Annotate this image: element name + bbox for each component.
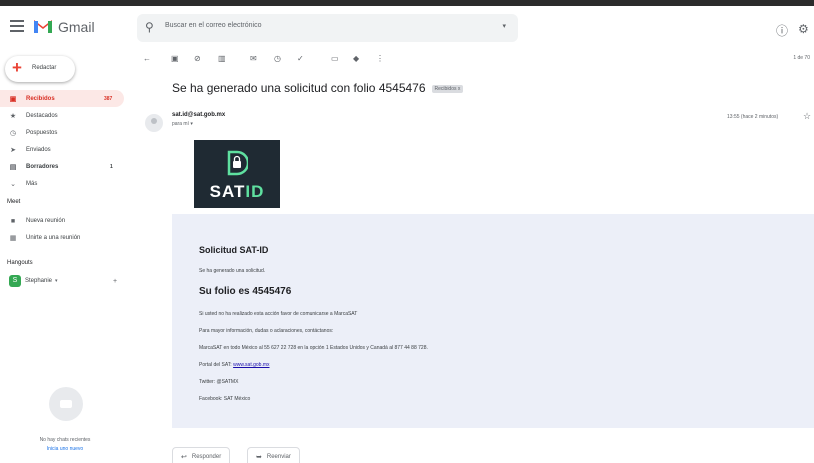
trash-icon[interactable]: ▥ <box>218 54 226 63</box>
subject-text: Se ha generado una solicitud con folio 4… <box>172 81 426 95</box>
new-meeting-item[interactable]: ■ Nueva reunión <box>0 213 130 229</box>
sidebar-item-starred[interactable]: ★ Destacados <box>0 107 130 124</box>
back-arrow-icon[interactable]: ← <box>143 54 151 63</box>
hangouts-user[interactable]: S Stephanie ▾ + <box>9 274 129 288</box>
menu-icon[interactable] <box>10 20 24 32</box>
logo-sat-text: SAT <box>209 182 246 201</box>
search-options-icon[interactable]: ▾ <box>502 22 506 30</box>
compose-button[interactable]: + Redactar <box>5 56 75 82</box>
mark-unread-icon[interactable]: ✉ <box>250 54 257 63</box>
move-to-icon[interactable]: ▭ <box>331 54 339 63</box>
body-line: Se ha generado una solicitud. <box>199 268 266 274</box>
sat-id-logo: SATID <box>194 140 280 208</box>
page-info: 1 de 70 <box>793 55 810 61</box>
search-input[interactable]: Buscar en el correo electrónico <box>165 22 262 29</box>
inbox-icon: ▣ <box>9 95 17 103</box>
meet-section-title: Meet <box>7 199 21 205</box>
portal-link[interactable]: www.sat.gob.mx <box>233 362 269 368</box>
chevron-down-icon: ▾ <box>55 278 58 284</box>
portal-line: Portal del SAT: www.sat.gob.mx <box>199 362 270 368</box>
top-border <box>0 0 814 6</box>
compose-label: Redactar <box>32 65 57 71</box>
recipient-details[interactable]: para mí ▾ <box>172 121 193 127</box>
body-line: MarcaSAT en todo México al 55 627 22 728… <box>199 345 428 351</box>
search-bar[interactable]: ⚲ Buscar en el correo electrónico ▾ <box>137 14 518 42</box>
email-subject: Se ha generado una solicitud con folio 4… <box>172 81 464 95</box>
draft-icon: ▤ <box>9 163 17 171</box>
sidebar-item-label: Enviados <box>26 146 51 153</box>
send-icon: ➤ <box>10 146 16 154</box>
sidebar-item-drafts[interactable]: ▤ Borradores 1 <box>0 158 130 175</box>
message-time: 13:55 (hace 2 minutos) <box>727 114 779 120</box>
forward-button[interactable]: ➥ Reenviar <box>247 447 300 463</box>
more-options-icon[interactable]: ⋮ <box>376 54 384 63</box>
reply-button[interactable]: ↩ Responder <box>172 447 231 463</box>
video-icon: ■ <box>10 217 16 225</box>
no-chats-text: No hay chats recientes <box>39 437 91 443</box>
add-icon[interactable]: + <box>113 278 117 285</box>
chevron-down-icon: ⌄ <box>10 180 16 188</box>
search-icon[interactable]: ⚲ <box>145 20 154 34</box>
sender-address: sat.id@sat.gob.mx <box>172 112 226 118</box>
start-new-chat-link[interactable]: Inicia uno nuevo <box>0 446 130 452</box>
report-spam-icon[interactable]: ⊘ <box>194 54 201 63</box>
clock-icon: ◷ <box>9 129 17 137</box>
portal-label: Portal del SAT: <box>199 362 234 368</box>
plus-icon: + <box>12 58 22 77</box>
sidebar-item-label: Recibidos <box>26 95 55 102</box>
sidebar-item-label: Destacados <box>26 112 58 119</box>
archive-icon[interactable]: ▣ <box>171 54 179 63</box>
help-icon[interactable]: ⓘ <box>776 22 788 39</box>
inbox-label-chip[interactable]: Recibidos x <box>431 84 464 93</box>
logo-text: SATID <box>194 182 280 202</box>
forward-icon: ➥ <box>256 454 262 461</box>
meet-item-label: Nueva reunión <box>26 218 66 224</box>
reply-label: Responder <box>191 454 222 460</box>
sidebar-item-snoozed[interactable]: ◷ Pospuestos <box>0 124 130 141</box>
body-line: Para mayor información, dudas o aclaraci… <box>199 328 334 334</box>
label-icon[interactable]: ◆ <box>353 54 359 63</box>
avatar: S <box>9 275 21 287</box>
star-icon: ★ <box>9 112 17 120</box>
draft-count: 1 <box>110 163 113 170</box>
keyboard-icon: ▦ <box>9 235 17 242</box>
sidebar: + Redactar ▣ Recibidos 387 ★ Destacados … <box>0 52 130 463</box>
unread-count: 387 <box>104 95 113 102</box>
sidebar-item-inbox[interactable]: ▣ Recibidos 387 <box>0 90 124 107</box>
email-body: Solicitud SAT-ID Se ha generado una soli… <box>172 214 814 428</box>
join-meeting-item[interactable]: ▦ Unirte a una reunión <box>0 230 130 246</box>
sidebar-item-label: Borradores <box>26 163 59 170</box>
body-title: Solicitud SAT-ID <box>199 245 269 255</box>
reply-icon: ↩ <box>181 454 187 461</box>
header: Gmail ⚲ Buscar en el correo electrónico … <box>0 8 814 52</box>
lock-icon <box>227 150 248 176</box>
twitter-line: Twitter: @SATMX <box>199 379 239 385</box>
app-name: Gmail <box>58 19 95 35</box>
add-task-icon[interactable]: ✓ <box>297 54 304 63</box>
facebook-line: Facebook: SAT México <box>199 396 251 402</box>
body-line: Si usted no ha realizado esta acción fav… <box>199 311 358 317</box>
message-toolbar: ← ▣ ⊘ ▥ ✉ ◷ ✓ ▭ ◆ ⋮ 1 de 70 <box>140 52 814 72</box>
hangouts-section-title: Hangouts <box>7 260 33 266</box>
folio-number: Su folio es 4545476 <box>199 286 292 297</box>
sidebar-item-more[interactable]: ⌄ Más <box>0 175 130 192</box>
star-icon[interactable]: ☆ <box>803 111 811 122</box>
gear-icon[interactable]: ⚙ <box>798 22 809 36</box>
sender-avatar-icon <box>145 114 163 132</box>
gmail-logo-icon[interactable] <box>33 18 53 34</box>
sidebar-item-label: Más <box>26 180 38 187</box>
nav-list: ▣ Recibidos 387 ★ Destacados ◷ Pospuesto… <box>0 90 130 192</box>
meet-item-label: Unirte a una reunión <box>26 235 81 241</box>
logo-id-text: ID <box>245 182 265 201</box>
sidebar-item-sent[interactable]: ➤ Enviados <box>0 141 130 158</box>
forward-label: Reenviar <box>266 454 291 460</box>
chat-bubble-icon <box>49 387 83 421</box>
hangouts-user-name: Stephanie <box>25 278 53 284</box>
snooze-icon[interactable]: ◷ <box>274 54 281 63</box>
sidebar-item-label: Pospuestos <box>26 129 58 136</box>
